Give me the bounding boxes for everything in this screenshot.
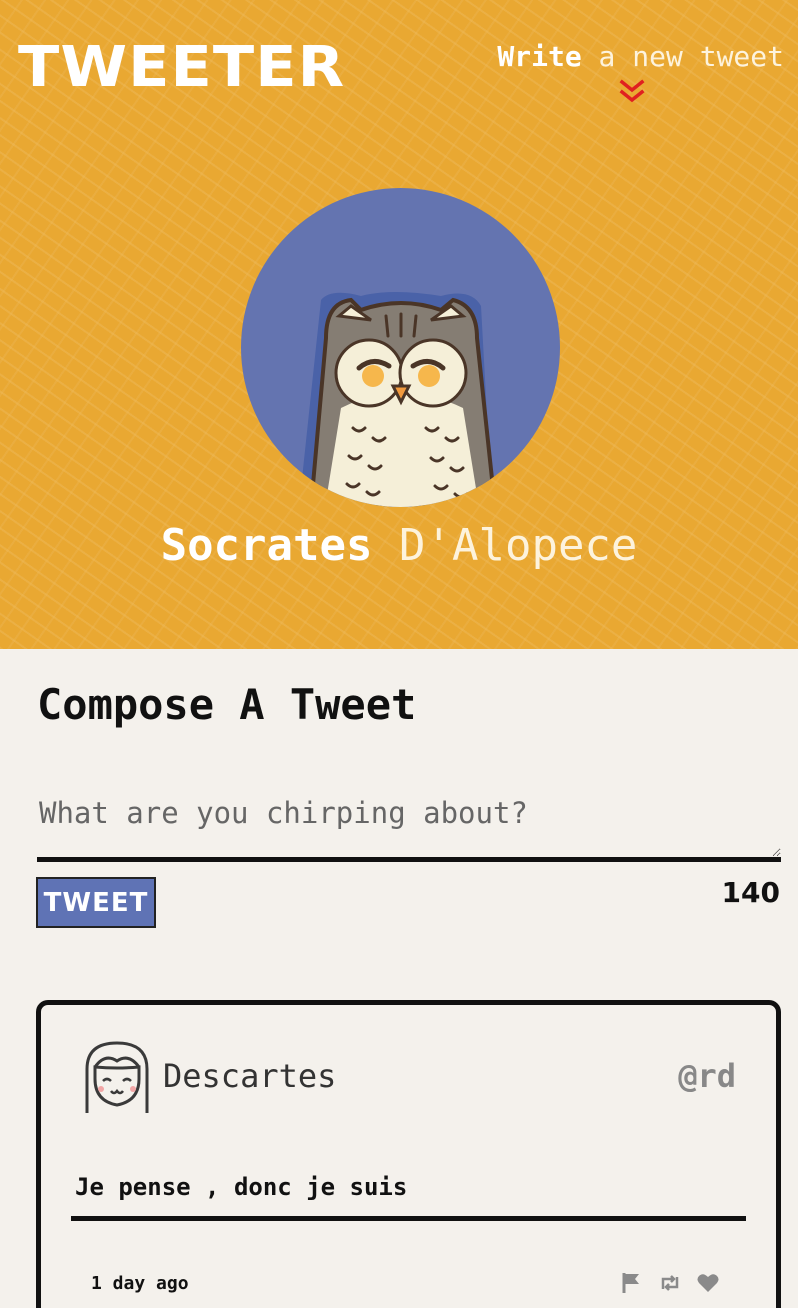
- retweet-icon[interactable]: [658, 1271, 682, 1295]
- flag-icon[interactable]: [620, 1271, 644, 1295]
- profile-first-name: Socrates: [160, 520, 373, 571]
- app-logo: TWEETER: [18, 35, 346, 100]
- compose-title: Compose A Tweet: [37, 680, 417, 729]
- owl-avatar-icon: [301, 292, 498, 507]
- tweet-divider: [71, 1216, 746, 1221]
- heart-icon[interactable]: [696, 1271, 720, 1295]
- tweet-text-input[interactable]: [37, 790, 781, 862]
- character-counter: 140: [721, 876, 780, 909]
- profile-last-name: D'Alopece: [399, 520, 638, 571]
- tweet-submit-button[interactable]: TWEET: [36, 877, 156, 928]
- tweet-actions: [620, 1271, 720, 1295]
- write-new-tweet-link[interactable]: Write a new tweet: [497, 40, 784, 73]
- profile-avatar: [241, 188, 560, 507]
- user-avatar-icon: [85, 1041, 149, 1113]
- write-link-rest: a new tweet: [581, 40, 784, 73]
- profile-header: TWEETER Write a new tweet Socrates D'Alo…: [0, 0, 798, 649]
- tweet-card: Descartes @rd Je pense , donc je suis 1 …: [36, 1000, 781, 1308]
- tweet-author-name: Descartes: [163, 1057, 337, 1095]
- tweet-text: Je pense , donc je suis: [75, 1173, 408, 1201]
- profile-name: Socrates D'Alopece: [0, 520, 798, 571]
- double-chevron-down-icon[interactable]: [618, 78, 646, 106]
- tweet-timestamp: 1 day ago: [91, 1273, 189, 1294]
- write-link-bold: Write: [497, 40, 582, 73]
- tweet-author-handle: @rd: [678, 1057, 736, 1095]
